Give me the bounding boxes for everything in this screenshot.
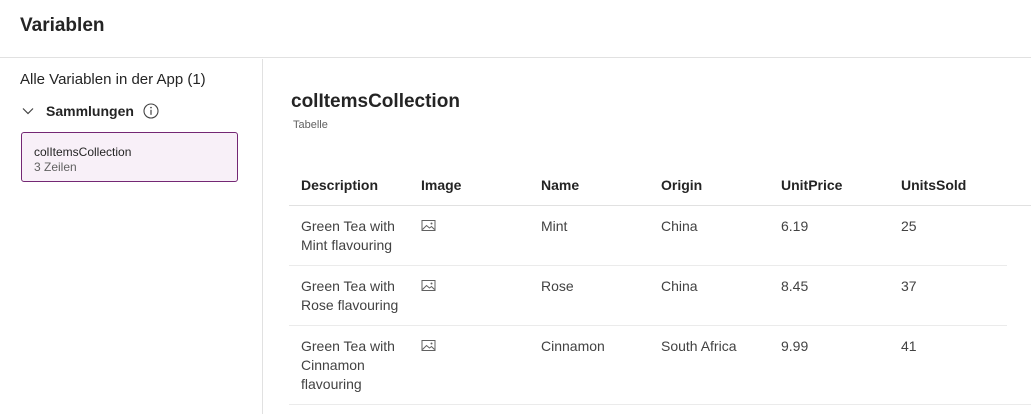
cell-image (409, 266, 529, 298)
cell-unitssold: 41 (901, 338, 917, 354)
table-header-row: Description Image Name Origin UnitPrice … (289, 165, 1031, 206)
cell-description: Green Tea with Mint flavouring (289, 206, 409, 255)
cell-unitprice: 8.45 (781, 278, 809, 294)
chevron-down-icon[interactable] (20, 103, 36, 119)
sidebar-heading: Alle Variablen in der App (1) (20, 71, 206, 88)
cell-origin: China (661, 218, 698, 234)
info-icon[interactable] (143, 103, 159, 119)
table-row: Green Tea with Cinnamon flavouring Cinna… (289, 326, 1031, 405)
column-header-description: Description (301, 177, 379, 193)
collection-type-label: Tabelle (293, 119, 328, 131)
description-line: Green Tea with (301, 278, 395, 294)
cell-name: Cinnamon (541, 338, 605, 354)
column-header-unitprice: UnitPrice (781, 177, 843, 193)
collections-group-toggle[interactable]: Sammlungen (20, 99, 159, 123)
cell-image (409, 326, 529, 358)
description-line: Rose flavouring (301, 297, 399, 313)
cell-unitprice: 6.19 (781, 218, 809, 234)
column-header-unitssold: UnitsSold (901, 177, 967, 193)
column-header-image: Image (421, 177, 462, 193)
cell-origin: China (661, 278, 698, 294)
cell-unitprice: 9.99 (781, 338, 809, 354)
cell-image (409, 206, 529, 238)
cell-description: Green Tea with Cinnamon flavouring (289, 326, 409, 394)
page-title: Variablen (20, 15, 105, 36)
image-icon (421, 339, 437, 353)
description-line: Green Tea with (301, 338, 395, 354)
column-header-name: Name (541, 177, 580, 193)
cell-name: Rose (541, 278, 574, 294)
description-line: Cinnamon (301, 357, 365, 373)
variables-sidebar: Alle Variablen in der App (1) Sammlungen… (0, 59, 263, 414)
cell-origin: South Africa (661, 338, 737, 354)
cell-unitssold: 37 (901, 278, 917, 294)
column-header-origin: Origin (661, 177, 703, 193)
page-header: Variablen (0, 0, 1031, 58)
image-icon (421, 279, 437, 293)
collection-item-colitemscollection[interactable]: colItemsCollection 3 Zeilen (21, 132, 238, 182)
cell-name: Mint (541, 218, 568, 234)
collections-group-label: Sammlungen (46, 103, 134, 119)
image-icon (421, 219, 437, 233)
description-line: Green Tea with (301, 218, 395, 234)
cell-description: Green Tea with Rose flavouring (289, 266, 409, 315)
collection-name: colItemsCollection (34, 145, 132, 159)
table-row: Green Tea with Mint flavouring Mint Chin… (289, 206, 1007, 266)
collection-detail-panel: colItemsCollection Tabelle Description I… (264, 59, 1031, 414)
collection-row-count: 3 Zeilen (34, 160, 77, 174)
description-line: flavouring (301, 376, 362, 392)
table-row: Green Tea with Rose flavouring Rose Chin… (289, 266, 1007, 326)
description-line: Mint flavouring (301, 237, 393, 253)
collection-title: colItemsCollection (291, 91, 460, 112)
collection-table: Description Image Name Origin UnitPrice … (289, 165, 1031, 405)
cell-unitssold: 25 (901, 218, 917, 234)
